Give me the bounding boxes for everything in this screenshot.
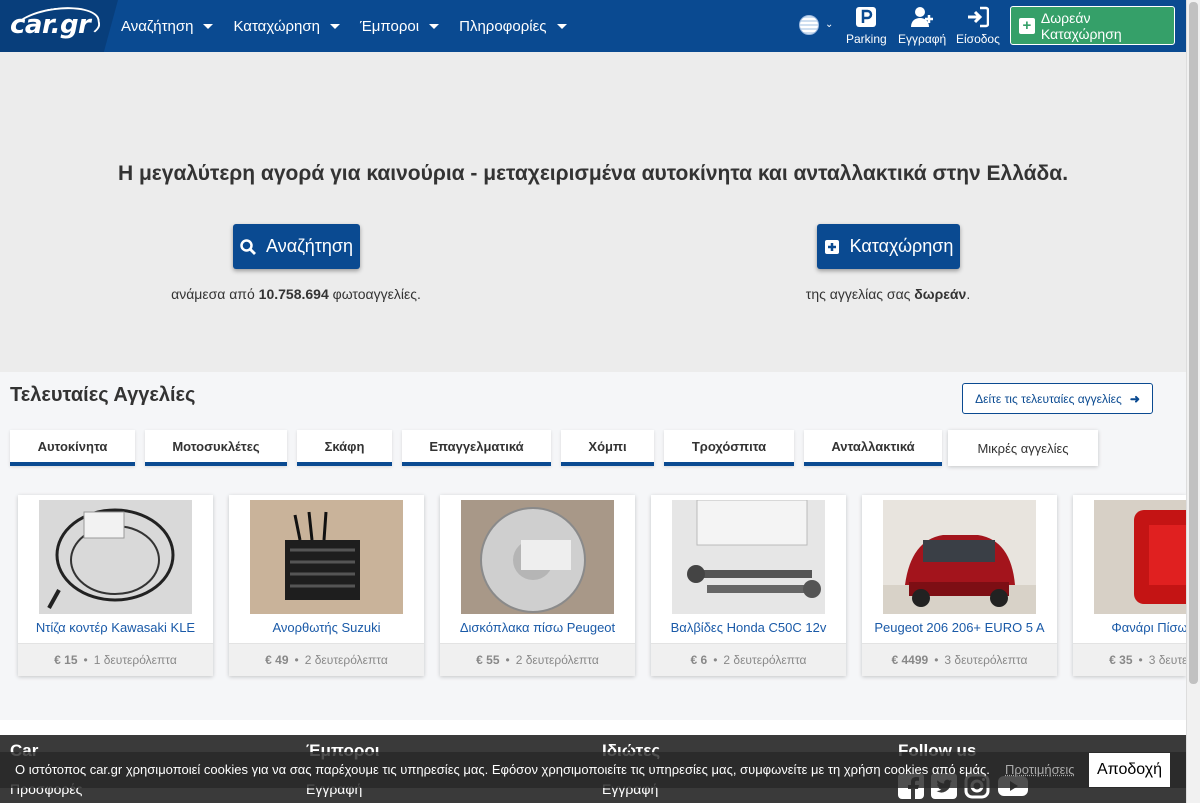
chevron-down-icon — [203, 23, 214, 29]
tab-small-ads[interactable]: Μικρές αγγελίες — [948, 430, 1098, 466]
listing-meta: € 15 • 1 δευτερόλεπτα — [18, 643, 213, 676]
listing-title[interactable]: Φανάρι Πίσω Honda — [1073, 620, 1186, 635]
page-scrollbar[interactable] — [1186, 0, 1200, 803]
listing-time: 2 δευτερόλεπτα — [515, 653, 599, 667]
tab-parts[interactable]: Ανταλλακτικά — [804, 430, 942, 466]
parking-icon — [856, 7, 877, 27]
top-navbar: car.gr Αναζήτηση Καταχώρηση Έμποροι Πληρ… — [0, 0, 1186, 52]
tab-boats[interactable]: Σκάφη — [297, 430, 392, 466]
listing-card[interactable]: Βαλβίδες Honda C50C 12v € 6 • 2 δευτερόλεπ… — [651, 495, 846, 676]
tab-cars[interactable]: Αυτοκίνητα — [10, 430, 135, 466]
listing-photo[interactable] — [39, 500, 192, 614]
listing-meta: € 6 • 2 δευτερόλεπτα — [651, 643, 846, 676]
logo-area[interactable]: car.gr — [0, 0, 118, 52]
cookie-preferences-link[interactable]: Προτιμήσεις — [1005, 762, 1075, 777]
sign-in-icon — [967, 6, 989, 28]
user-plus-icon — [911, 7, 934, 27]
hero-section: Η μεγαλύτερη αγορά για καινούρια - μεταχ… — [0, 52, 1186, 372]
listing-title[interactable]: Ανορθωτής Suzuki — [229, 620, 424, 635]
listing-time: 2 δευτερόλεπτα — [723, 653, 807, 667]
listing-price: € 6 — [690, 653, 708, 667]
listing-time: 2 δευτερόλεπτα — [304, 653, 388, 667]
plus-square-icon — [824, 239, 839, 254]
cookie-banner: Ο ιστότοπος car.gr χρησιμοποιεί cookies … — [0, 752, 1186, 788]
listing-photo[interactable] — [250, 500, 403, 614]
hero-search-subtitle: ανάμεσα από 10.758.694 φωτοαγγελίες. — [171, 286, 421, 302]
listing-meta: € 35•3 δευτερόλεπτα — [1073, 643, 1186, 676]
latest-title: Τελευταίες Αγγελίες — [10, 384, 196, 406]
hero-listing-button[interactable]: Καταχώρηση — [817, 224, 960, 269]
listing-card[interactable]: Ντίζα κοντέρ Kawasaki KLE € 15 • 1 δευτερό… — [18, 495, 213, 676]
plus-square-icon: + — [1019, 17, 1035, 34]
see-latest-button[interactable]: Δείτε τις τελευταίες αγγελίες ➜ — [962, 383, 1153, 414]
listing-meta: € 4499 • 3 δευτερόλεπτα — [862, 643, 1057, 676]
login-link[interactable]: Είσοδος — [956, 6, 1000, 46]
listing-title[interactable]: Ντίζα κοντέρ Kawasaki KLE — [18, 620, 213, 635]
cookie-text: Ο ιστότοπος car.gr χρησιμοποιεί cookies … — [15, 762, 990, 777]
menu-search[interactable]: Αναζήτηση — [121, 18, 214, 35]
site-logo[interactable]: car.gr — [10, 10, 91, 40]
hero-title: Η μεγαλύτερη αγορά για καινούρια - μεταχ… — [117, 162, 1069, 185]
chevron-down-icon — [429, 23, 440, 29]
listing-price: € 4499 — [891, 653, 929, 667]
chevron-down-icon — [556, 23, 567, 29]
menu-info[interactable]: Πληροφορίες — [459, 18, 567, 35]
listing-price: € 49 — [265, 653, 289, 667]
listing-photo[interactable] — [672, 500, 825, 614]
listing-time: 1 δευτερόλεπτα — [93, 653, 177, 667]
listing-title[interactable]: Peugeot 206 206+ EURO 5 A — [862, 620, 1057, 635]
tab-commercial[interactable]: Επαγγελματικά — [402, 430, 551, 466]
tab-motorcycles[interactable]: Μοτοσυκλέτες — [145, 430, 287, 466]
hero-search-button[interactable]: Αναζήτηση — [233, 224, 360, 269]
listing-price: € 35 — [1109, 653, 1133, 667]
listing-card[interactable]: Ανορθωτής Suzuki € 49 • 2 δευτερόλεπτα — [229, 495, 424, 676]
main-menu: Αναζήτηση Καταχώρηση Έμποροι Πληροφορίες — [121, 0, 587, 52]
listing-price: € 55 — [476, 653, 500, 667]
menu-listing[interactable]: Καταχώρηση — [233, 18, 341, 35]
tab-caravans[interactable]: Τροχόσπιτα — [664, 430, 794, 466]
scrollbar-thumb[interactable] — [1189, 2, 1198, 684]
listing-photo[interactable] — [1094, 500, 1186, 614]
listing-photo[interactable] — [461, 500, 614, 614]
listing-title[interactable]: Δισκόπλακα πίσω Peugeot — [440, 620, 635, 635]
listing-title[interactable]: Βαλβίδες Honda C50C 12v — [651, 620, 846, 635]
chevron-down-icon — [330, 23, 341, 29]
menu-dealers[interactable]: Έμποροι — [360, 18, 440, 35]
listing-time: 3 δευτερόλεπτα — [944, 653, 1028, 667]
listing-meta: € 55 • 2 δευτερόλεπτα — [440, 643, 635, 676]
greek-flag-icon[interactable] — [799, 15, 819, 35]
listing-time: 3 δευτερόλεπτα — [1148, 653, 1186, 667]
search-icon — [240, 238, 257, 255]
cookie-accept-button[interactable]: Αποδοχή — [1089, 753, 1170, 787]
register-link[interactable]: Εγγραφή — [898, 6, 946, 46]
listing-card[interactable]: Φανάρι Πίσω Honda € 35•3 δευτερόλεπτα — [1073, 495, 1186, 676]
parking-link[interactable]: Parking — [846, 6, 887, 46]
arrow-right-icon: ➜ — [1129, 391, 1140, 406]
hero-listing-subtitle: της αγγελίας σας δωρεάν. — [805, 286, 971, 302]
tab-hobby[interactable]: Χόμπι — [561, 430, 654, 466]
listing-price: € 15 — [54, 653, 78, 667]
listing-card[interactable]: Peugeot 206 206+ EURO 5 A € 4499 • 3 δευτε… — [862, 495, 1057, 676]
language-chevron-icon[interactable]: ⌄ — [825, 19, 833, 30]
listing-card[interactable]: Δισκόπλακα πίσω Peugeot € 55 • 2 δευτερόλε… — [440, 495, 635, 676]
listing-meta: € 49 • 2 δευτερόλεπτα — [229, 643, 424, 676]
latest-listings-section: Τελευταίες Αγγελίες Δείτε τις τελευταίες… — [0, 372, 1186, 720]
free-listing-button[interactable]: + Δωρεάν Καταχώρηση — [1010, 6, 1175, 45]
listing-photo[interactable] — [883, 500, 1036, 614]
